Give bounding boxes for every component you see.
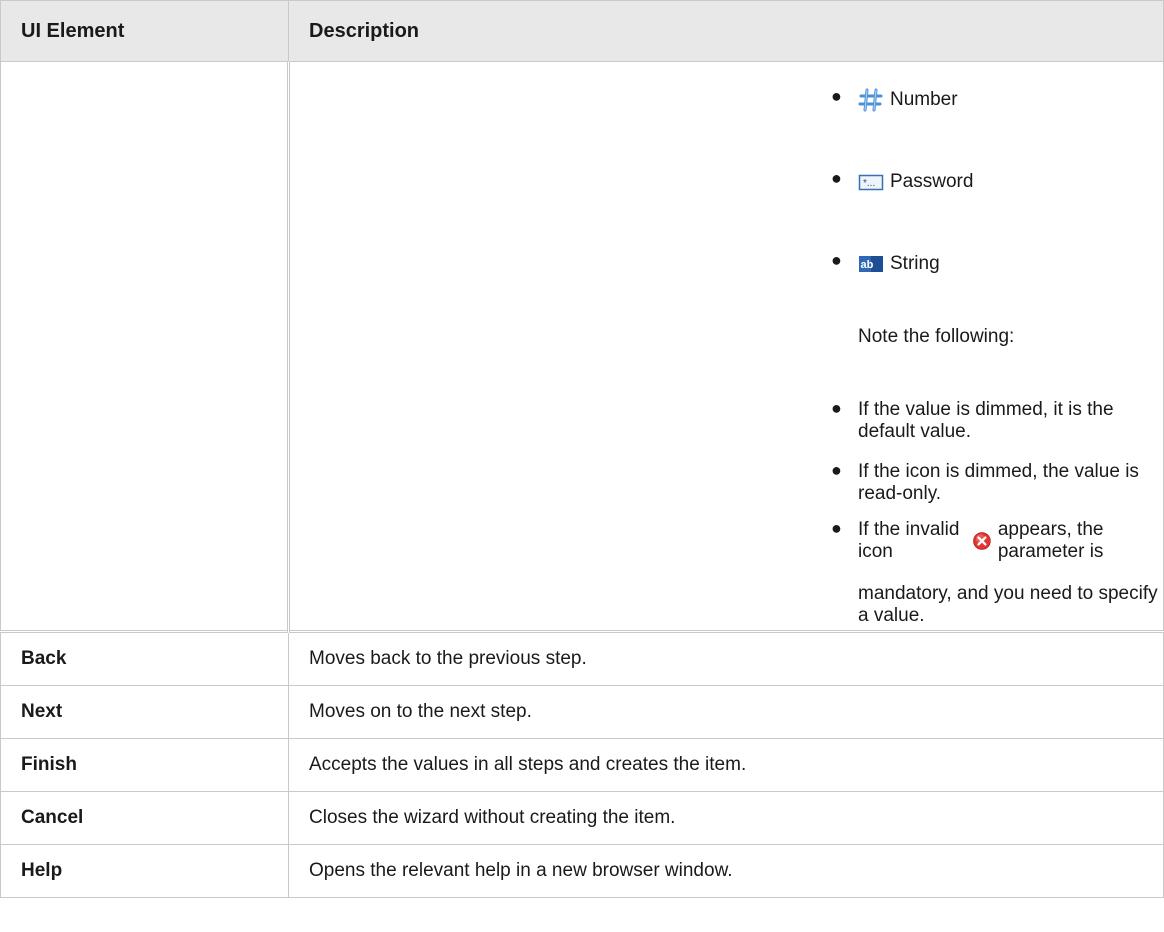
table-row: Next Moves on to the next step. bbox=[0, 685, 1164, 739]
password-label: Password bbox=[890, 171, 974, 192]
description-cell: ● Number ● *... Password ● ab String Not… bbox=[288, 61, 1164, 632]
description-back: Moves back to the previous step. bbox=[288, 630, 1164, 686]
list-item: ● If the icon is dimmed, the value is re… bbox=[831, 460, 1163, 505]
string-label: String bbox=[890, 253, 940, 274]
bullet: ● bbox=[831, 518, 842, 538]
list-item: ● Number bbox=[831, 86, 958, 113]
invalid-icon bbox=[973, 532, 991, 550]
bullet: ● bbox=[831, 250, 842, 270]
header-ui-element: UI Element bbox=[0, 0, 289, 62]
svg-text:*...: *... bbox=[863, 178, 875, 189]
element-help: Help bbox=[0, 844, 289, 898]
bullet: ● bbox=[831, 460, 842, 480]
note-invalid-before: If the invalid icon bbox=[858, 519, 960, 562]
note-invalid-after: appears, the parameter is bbox=[997, 519, 1104, 562]
number-label: Number bbox=[890, 89, 958, 110]
table-row: Help Opens the relevant help in a new br… bbox=[0, 844, 1164, 898]
description-help: Opens the relevant help in a new browser… bbox=[288, 844, 1164, 898]
table-row: ● Number ● *... Password ● ab String Not… bbox=[0, 61, 1164, 632]
list-item: ● *... Password bbox=[831, 168, 974, 195]
note-default-value: If the value is dimmed, it is the defaul… bbox=[858, 399, 1114, 442]
table-row: Finish Accepts the values in all steps a… bbox=[0, 738, 1164, 792]
list-item: ● If the value is dimmed, it is the defa… bbox=[831, 398, 1163, 443]
bullet: ● bbox=[831, 86, 842, 106]
table-row: Cancel Closes the wizard without creatin… bbox=[0, 791, 1164, 845]
description-cancel: Closes the wizard without creating the i… bbox=[288, 791, 1164, 845]
element-finish: Finish bbox=[0, 738, 289, 792]
list-item: ● If the invalid icon appears, the param… bbox=[831, 518, 1163, 563]
element-back: Back bbox=[0, 630, 289, 686]
description-finish: Accepts the values in all steps and crea… bbox=[288, 738, 1164, 792]
string-icon: ab bbox=[859, 256, 883, 272]
element-cancel: Cancel bbox=[0, 791, 289, 845]
table-row: Back Moves back to the previous step. bbox=[0, 630, 1164, 686]
list-item: ● ab String bbox=[831, 250, 940, 277]
note-intro: Note the following: bbox=[858, 326, 1015, 347]
number-icon bbox=[858, 88, 883, 112]
ui-element-table: UI Element Description ● Number ● *... P… bbox=[0, 0, 1164, 898]
password-icon: *... bbox=[858, 174, 884, 191]
note-mandatory: mandatory, and you need to specify a val… bbox=[858, 583, 1158, 626]
note-read-only: If the icon is dimmed, the value is read… bbox=[858, 461, 1139, 504]
svg-text:ab: ab bbox=[861, 259, 874, 271]
bullet: ● bbox=[831, 398, 842, 418]
bullet: ● bbox=[831, 168, 842, 188]
header-description: Description bbox=[288, 0, 1164, 62]
element-next: Next bbox=[0, 685, 289, 739]
empty-element-cell bbox=[0, 61, 290, 632]
description-next: Moves on to the next step. bbox=[288, 685, 1164, 739]
table-header-row: UI Element Description bbox=[0, 0, 1164, 62]
